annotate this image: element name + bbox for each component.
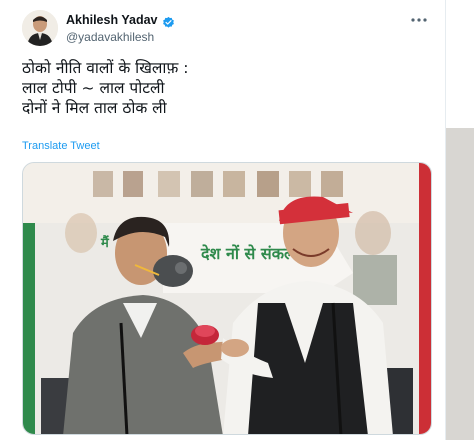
author-handle[interactable]: @yadavakhilesh (66, 30, 154, 44)
tweet-text-line: दोनों ने मिल ताल ठोक ली (22, 99, 167, 117)
tweet-text-line: लाल टोपी ~ लाल पोटली (22, 79, 165, 97)
verified-badge-icon (162, 14, 175, 28)
translate-tweet-link[interactable]: Translate Tweet (22, 140, 100, 152)
author-display-name[interactable]: Akhilesh Yadav (66, 13, 158, 27)
tweet-text-line: ठोको नीति वालों के खिलाफ़ : (22, 59, 189, 77)
more-options-icon[interactable] (408, 10, 430, 30)
banner-prefix-text: मैं (100, 235, 110, 251)
tweet-text: ठोको नीति वालों के खिलाफ़ : लाल टोपी ~ ल… (22, 58, 432, 118)
author-name-row: Akhilesh Yadav (66, 13, 175, 28)
tweet-header: Akhilesh Yadav @yadavakhilesh (22, 10, 442, 50)
avatar[interactable] (22, 10, 58, 46)
tweet-photo[interactable]: देश नों से संकल्प मैं (22, 162, 432, 435)
adjacent-photo-edge (446, 128, 474, 440)
